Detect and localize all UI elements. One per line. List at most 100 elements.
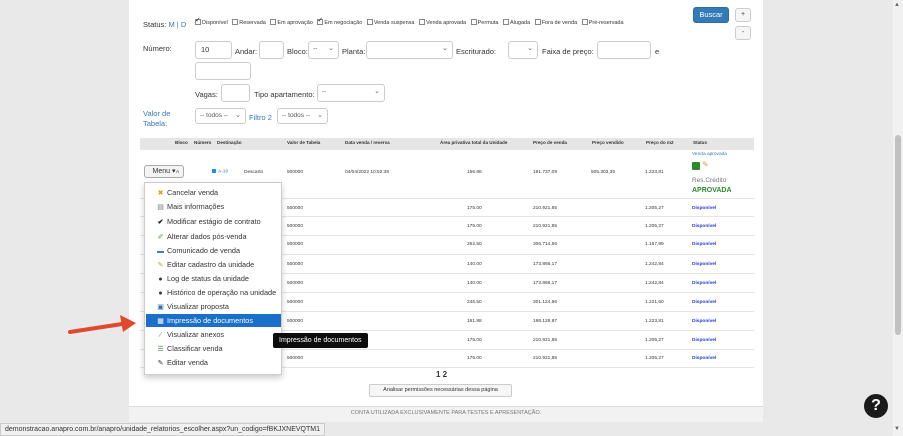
th-area: Área privativa total da Unidade — [440, 140, 508, 145]
status-m-link[interactable]: M — [168, 20, 174, 29]
cell-bloco: A — [176, 170, 180, 175]
scroll-up-icon[interactable]: ▲ — [894, 2, 900, 8]
faixa-e-label: e — [655, 47, 660, 56]
th-preco-vendido: Preço vendido — [592, 140, 624, 145]
cell-preco-m2: 1.205,27 — [645, 356, 664, 361]
checkbox-venda-aprovada[interactable]: Venda aprovada — [419, 19, 466, 26]
classify-icon: ☰ — [157, 346, 164, 353]
cell-area: 175.00 — [467, 356, 482, 361]
checkbox-venda-suspensa[interactable]: Venda suspensa — [366, 19, 415, 26]
bloco-select[interactable]: -- ⌄ — [308, 41, 339, 59]
menu-item-editar-venda[interactable]: ✎ Editar venda — [146, 356, 281, 369]
checkbox-fora-de-venda[interactable]: Fora de venda — [534, 19, 577, 26]
menu-item-impressao[interactable]: ▦ Impressão de documentos — [146, 314, 281, 327]
chevron-down-icon: ⌄ — [235, 112, 241, 119]
menu-item-visualizar-anexos[interactable]: ⁄ Visualizar anexos — [146, 328, 281, 341]
permissions-button[interactable]: Analisar permissões necessárias dessa pá… — [369, 384, 512, 397]
faixa-min-input[interactable] — [597, 41, 651, 59]
numero-input[interactable]: 10 — [195, 41, 232, 59]
checkbox-alugada[interactable]: Alugada — [502, 19, 530, 26]
cell-valor: 500000 — [287, 300, 304, 305]
aprovada-badge: APROVADA — [692, 187, 732, 194]
cell-preco-m2: 1.167,99 — [645, 242, 664, 247]
cell-preco-venda: 198.128,97 — [533, 319, 558, 324]
cell-valor: 500000 — [287, 262, 304, 267]
cell-preco-m2: 1.205,27 — [645, 224, 664, 229]
status-d-link[interactable]: D — [181, 20, 186, 29]
escriturado-label: Escriturado: — [456, 47, 497, 56]
unit-link[interactable]: A-10 — [212, 169, 228, 174]
cell-valor: 500000 — [287, 356, 304, 361]
pencil-icon[interactable]: ✎ — [702, 160, 709, 169]
menu-item-mais-informacoes[interactable]: ▤ Mais informações — [146, 200, 281, 213]
th-destinacao: Destinação — [217, 140, 242, 145]
cell-status: Disponível — [692, 319, 717, 324]
cell-preco-m2: 1.242,84 — [645, 281, 664, 286]
pagination[interactable]: 1 2 — [436, 370, 447, 379]
expand-button[interactable]: + — [735, 8, 751, 22]
chevron-down-icon: ⌄ — [527, 45, 533, 52]
cell-valor: 500000 — [287, 170, 304, 175]
table-header: Bloco Número Destinação Valor de Tabela … — [140, 138, 754, 150]
faixa-max-input[interactable] — [195, 62, 251, 80]
cell-preco-m2: 1.242,84 — [645, 262, 664, 267]
tipo-select[interactable]: -- ⌄ — [317, 84, 385, 102]
cell-status: Disponível — [692, 356, 717, 361]
collapse-button[interactable]: - — [735, 26, 751, 40]
th-preco-venda: Preço de venda — [533, 140, 567, 145]
scrollbar[interactable]: ▲ ▼ — [893, 0, 903, 436]
menu-item-editar-cadastro[interactable]: ✎ Editar cadastro da unidade — [146, 258, 281, 271]
menu-item-modificar-estagio[interactable]: ✔ Modificar estágio de contrato — [146, 215, 281, 228]
faixa-label: Faixa de preço: — [542, 47, 594, 56]
planta-label: Planta: — [342, 47, 366, 56]
planta-select[interactable]: ⌄ — [366, 41, 453, 59]
history-icon: ● — [158, 290, 163, 297]
checkbox-em-aprovacao[interactable]: Em aprovação — [270, 19, 313, 26]
menu-item-classificar[interactable]: ☰ Classificar venda — [146, 342, 281, 355]
valor-tabela-label[interactable]: Valor de Tabela: — [143, 109, 173, 129]
scroll-down-icon[interactable]: ▼ — [894, 426, 900, 432]
menu-item-visualizar-proposta[interactable]: ▣ Visualizar proposta — [146, 300, 281, 313]
menu-item-alterar-dados[interactable]: ✐ Alterar dados pós-venda — [146, 230, 281, 243]
cell-preco-venda: 306.714,56 — [533, 242, 558, 247]
cell-status-top: Venda aprovada — [692, 152, 727, 157]
approved-icon[interactable] — [692, 162, 700, 170]
log-icon: ● — [158, 276, 163, 283]
pencil-icon: ✎ — [157, 262, 164, 269]
chevron-down-icon: ⌄ — [442, 45, 448, 52]
checkbox-em-negociacao[interactable]: Em negociação — [317, 16, 362, 26]
menu-item-historico[interactable]: ● Histórico de operação na unidade — [146, 286, 281, 299]
menu-item-cancelar-venda[interactable]: ✖ Cancelar venda — [146, 186, 281, 199]
cell-preco-m2: 1.205,27 — [645, 206, 664, 211]
escriturado-select[interactable]: ⌄ — [508, 41, 538, 59]
chevron-down-icon: ⌄ — [374, 88, 380, 95]
cell-area: 140.00 — [467, 281, 482, 286]
vagas-input[interactable] — [221, 84, 250, 102]
checkbox-reservada[interactable]: Reservada — [232, 19, 266, 26]
search-button[interactable]: Buscar — [693, 7, 729, 23]
cell-area: 262.50 — [467, 242, 482, 247]
cell-valor: 500000 — [287, 281, 304, 286]
attachment-icon: ⁄ — [159, 332, 162, 339]
cell-status: Disponível — [692, 281, 717, 286]
menu-item-comunicado[interactable]: ▬ Comunicado de venda — [146, 244, 281, 257]
filtro2-link[interactable]: Filtro 2 — [249, 113, 272, 122]
menu-item-log-status[interactable]: ● Log de status da unidade — [146, 272, 281, 285]
numero-label: Número: — [143, 44, 172, 53]
help-button[interactable]: ? — [864, 394, 888, 418]
cell-preco-venda: 210.921,85 — [533, 356, 558, 361]
cell-valor: 500000 — [287, 242, 304, 247]
checkbox-permuta[interactable]: Permuta — [470, 19, 498, 26]
cell-preco-venda: 301.124,96 — [533, 300, 558, 305]
andar-input[interactable] — [259, 41, 284, 59]
checkbox-pre-reservada[interactable]: Pré-reservada — [581, 19, 624, 26]
cell-preco-m2: 1.223,81 — [645, 319, 664, 324]
cell-area: 161.88 — [467, 319, 482, 324]
filtro2-select[interactable]: -- todos -- ⌄ — [277, 108, 328, 124]
checkbox-disponivel[interactable]: Disponível — [195, 16, 228, 26]
scroll-thumb[interactable] — [895, 135, 901, 335]
valor-tabela-select[interactable]: -- todos -- ⌄ — [195, 108, 246, 124]
cell-preco-m2: 1.221,60 — [645, 300, 664, 305]
print-icon: ▦ — [157, 318, 164, 325]
status-label: Status: M | D — [143, 20, 187, 29]
